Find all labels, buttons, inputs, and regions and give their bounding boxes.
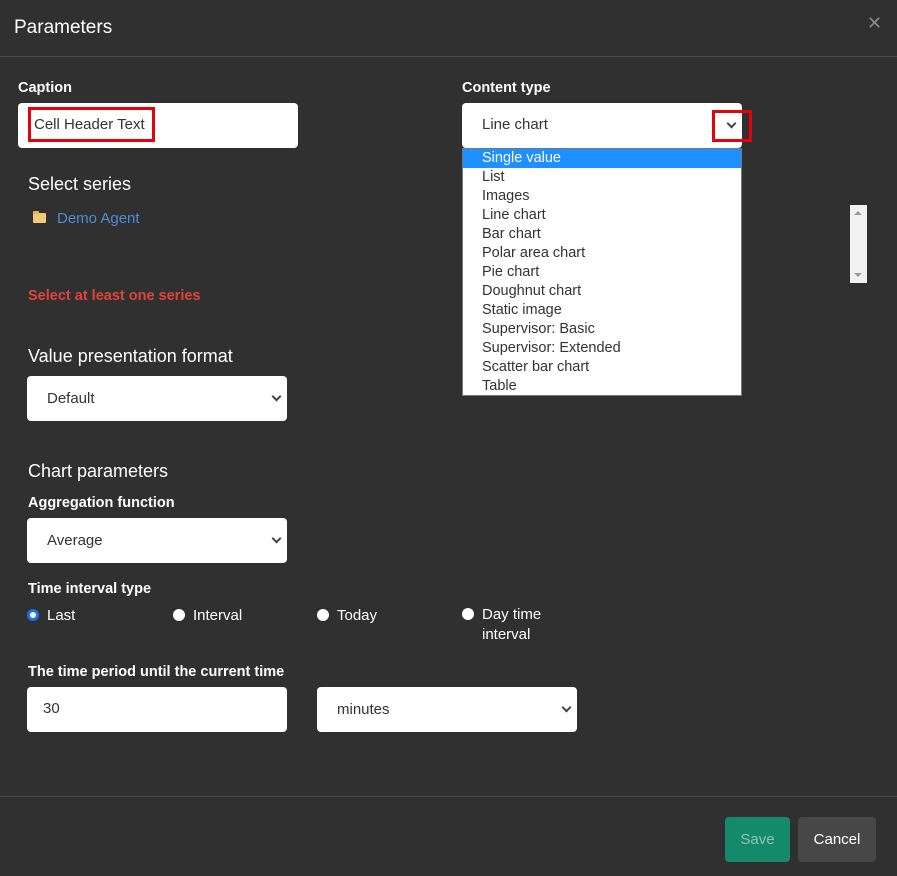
content-type-select[interactable]: Line chart (462, 103, 752, 148)
save-button[interactable]: Save (725, 817, 790, 862)
caption-input[interactable]: Cell Header Text (18, 103, 298, 148)
dropdown-option[interactable]: Single value (463, 149, 741, 168)
radio-checked-icon[interactable] (27, 609, 39, 621)
radio-last[interactable]: Last (27, 606, 75, 626)
dialog-header: Parameters ✕ (0, 0, 897, 57)
aggregation-select[interactable]: Average (27, 518, 287, 563)
interval-type-label: Time interval type (28, 581, 152, 597)
caption-label: Caption (18, 80, 72, 96)
chevron-down-icon (561, 702, 572, 713)
radio-interval[interactable]: Interval (173, 606, 242, 626)
select-series-title: Select series (28, 174, 132, 194)
radio-unchecked-icon[interactable] (462, 608, 474, 620)
dropdown-option[interactable]: Doughnut chart (463, 282, 741, 301)
chevron-down-icon (271, 391, 282, 402)
value-format-select[interactable]: Default (27, 376, 287, 421)
radio-unchecked-icon[interactable] (173, 609, 185, 621)
dialog-title: Parameters (14, 17, 113, 38)
dropdown-option[interactable]: Supervisor: Extended (463, 339, 741, 358)
content-type-value: Line chart (482, 116, 548, 133)
radio-label: Today (337, 607, 378, 624)
chart-parameters-title: Chart parameters (28, 461, 169, 481)
dropdown-option[interactable]: List (463, 168, 741, 187)
aggregation-label: Aggregation function (28, 495, 175, 511)
dropdown-option[interactable]: Supervisor: Basic (463, 320, 741, 339)
radio-label: Day time interval (482, 606, 542, 643)
content-type-label: Content type (462, 80, 551, 96)
scroll-up-icon[interactable] (854, 211, 862, 215)
series-item-demo-agent[interactable]: Demo Agent (57, 210, 140, 227)
scroll-down-icon[interactable] (854, 273, 862, 277)
series-scrollbar[interactable] (850, 205, 867, 283)
value-format-title: Value presentation format (28, 346, 233, 366)
series-error-message: Select at least one series (28, 288, 201, 304)
aggregation-value: Average (47, 532, 103, 549)
dropdown-option[interactable]: Line chart (463, 206, 741, 225)
chevron-down-icon (271, 533, 282, 544)
dropdown-option[interactable]: Table (463, 377, 741, 396)
time-period-value: 30 (43, 700, 60, 717)
dropdown-option[interactable]: Bar chart (463, 225, 741, 244)
dropdown-option[interactable]: Static image (463, 301, 741, 320)
radio-label: Interval (193, 607, 243, 624)
content-type-dropdown: Single value List Images Line chart Bar … (462, 148, 742, 396)
radio-unchecked-icon[interactable] (317, 609, 329, 621)
cancel-button[interactable]: Cancel (798, 817, 876, 862)
footer-divider (0, 796, 897, 797)
time-unit-select[interactable]: minutes (317, 687, 577, 732)
dropdown-option[interactable]: Pie chart (463, 263, 741, 282)
dropdown-option[interactable]: Scatter bar chart (463, 358, 741, 377)
dropdown-option[interactable]: Images (463, 187, 741, 206)
value-format-value: Default (47, 390, 95, 407)
time-period-input[interactable]: 30 (27, 687, 287, 732)
time-period-label: The time period until the current time (28, 664, 285, 680)
radio-today[interactable]: Today (317, 606, 377, 626)
time-unit-value: minutes (337, 701, 390, 718)
caption-value: Cell Header Text (34, 116, 145, 133)
dropdown-option[interactable]: Polar area chart (463, 244, 741, 263)
radio-day-time-interval[interactable]: Day time interval (462, 605, 552, 645)
folder-icon (33, 211, 46, 223)
close-icon[interactable]: ✕ (867, 13, 882, 34)
radio-label: Last (47, 607, 76, 624)
